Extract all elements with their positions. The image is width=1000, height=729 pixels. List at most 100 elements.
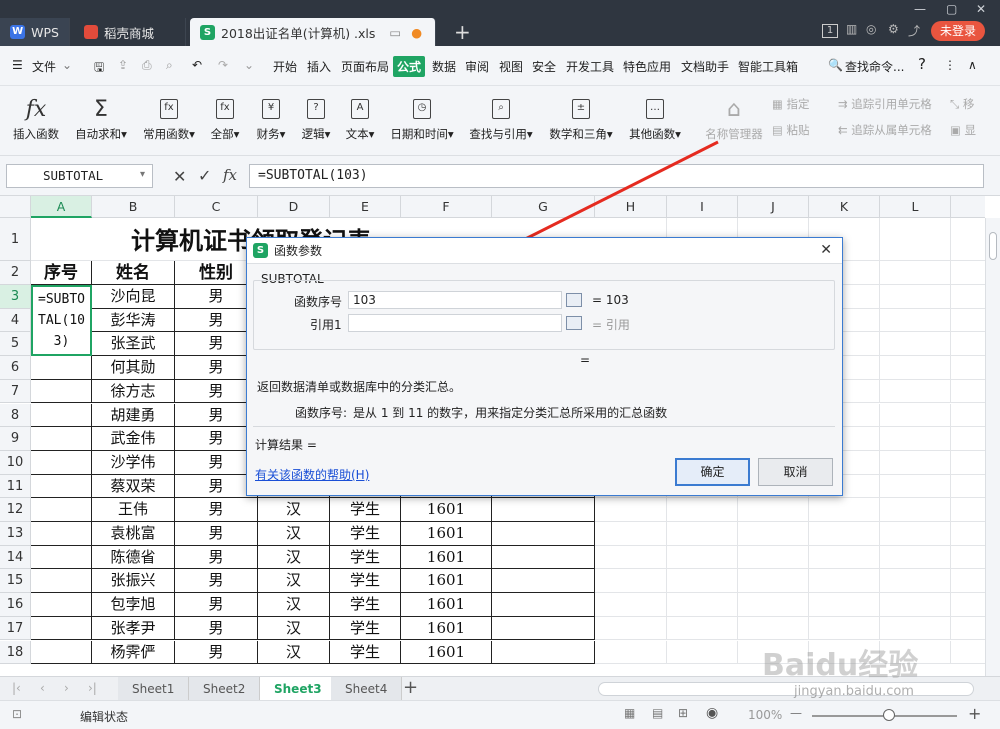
- col-header-h[interactable]: H: [595, 196, 667, 218]
- table-cell[interactable]: 男: [175, 545, 258, 570]
- empty-cell[interactable]: [951, 593, 985, 617]
- menu-data[interactable]: 数据: [432, 58, 456, 75]
- empty-cell[interactable]: [880, 356, 951, 380]
- col-header-m[interactable]: [951, 196, 985, 218]
- col-header-k[interactable]: K: [809, 196, 880, 218]
- empty-cell[interactable]: [809, 498, 880, 522]
- empty-cell[interactable]: [880, 285, 951, 309]
- table-cell[interactable]: 学生: [330, 522, 401, 546]
- menu-doc-assistant[interactable]: 文档助手: [681, 58, 729, 75]
- name-box-dropdown-icon[interactable]: ▾: [140, 169, 145, 180]
- table-cell[interactable]: [492, 498, 595, 522]
- menu-security[interactable]: 安全: [532, 58, 556, 75]
- col-header-e[interactable]: E: [330, 196, 401, 218]
- help-icon[interactable]: ?: [918, 55, 926, 73]
- empty-cell[interactable]: [667, 593, 738, 617]
- row-header[interactable]: 5: [0, 332, 31, 357]
- empty-cell[interactable]: [880, 616, 951, 641]
- trace-dependents-button[interactable]: ⇇ 追踪从属单元格: [838, 122, 932, 138]
- skin-icon[interactable]: ◎: [866, 22, 876, 36]
- table-cell[interactable]: [31, 403, 92, 428]
- table-cell[interactable]: 1601: [401, 545, 492, 570]
- eye-protect-icon[interactable]: ◉: [706, 705, 718, 721]
- table-cell[interactable]: 汉: [258, 593, 330, 617]
- help-link[interactable]: 有关该函数的帮助(H): [255, 466, 369, 483]
- login-button[interactable]: 未登录: [931, 21, 985, 41]
- empty-cell[interactable]: [951, 498, 985, 522]
- row-header[interactable]: 6: [0, 356, 31, 380]
- menu-dev-tools[interactable]: 开发工具: [566, 58, 614, 75]
- page-view-icon[interactable]: ▤: [652, 706, 663, 720]
- logic-button[interactable]: ? 逻辑▾: [296, 92, 336, 142]
- empty-cell[interactable]: [595, 593, 667, 617]
- table-header-cell[interactable]: 序号: [31, 261, 92, 285]
- export-icon[interactable]: ⇪: [118, 58, 128, 72]
- table-cell[interactable]: 汉: [258, 616, 330, 641]
- empty-cell[interactable]: [951, 218, 985, 261]
- empty-cell[interactable]: [738, 522, 809, 546]
- quick-dropdown-icon[interactable]: ⌄: [244, 58, 254, 72]
- table-cell[interactable]: [31, 545, 92, 570]
- next-sheet-icon[interactable]: ›: [64, 681, 69, 695]
- arg2-input[interactable]: [348, 314, 562, 332]
- monitor-icon[interactable]: ▭: [389, 25, 401, 40]
- table-cell[interactable]: 男: [175, 569, 258, 594]
- assign-button[interactable]: ▦ 指定: [772, 96, 810, 112]
- empty-cell[interactable]: [595, 498, 667, 522]
- empty-cell[interactable]: [951, 261, 985, 285]
- table-cell[interactable]: 何其勋: [92, 356, 175, 380]
- empty-cell[interactable]: [667, 616, 738, 641]
- table-cell[interactable]: 陈德省: [92, 545, 175, 570]
- empty-cell[interactable]: [951, 427, 985, 451]
- row-header[interactable]: 14: [0, 545, 31, 570]
- empty-cell[interactable]: [880, 403, 951, 428]
- table-cell[interactable]: [492, 545, 595, 570]
- zoom-out-icon[interactable]: —: [790, 706, 802, 720]
- table-cell[interactable]: 汉: [258, 569, 330, 594]
- arg2-ref-picker-icon[interactable]: [566, 316, 582, 330]
- active-cell-a3[interactable]: =SUBTO TAL(10 3): [31, 285, 92, 357]
- empty-cell[interactable]: [880, 522, 951, 546]
- menu-page-layout[interactable]: 页面布局: [341, 58, 389, 75]
- trace-precedents-button[interactable]: ⇉ 追踪引用单元格: [838, 96, 932, 112]
- col-header-c[interactable]: C: [175, 196, 258, 218]
- table-cell[interactable]: [31, 522, 92, 546]
- empty-cell[interactable]: [595, 640, 667, 665]
- table-cell[interactable]: 1601: [401, 593, 492, 617]
- table-cell[interactable]: 汉: [258, 640, 330, 665]
- window-count-icon[interactable]: 1: [822, 24, 838, 38]
- table-cell[interactable]: [492, 640, 595, 665]
- other-functions-button[interactable]: … 其他函数▾: [625, 92, 685, 142]
- table-cell[interactable]: 1601: [401, 616, 492, 641]
- tab-wps[interactable]: W WPS: [0, 18, 70, 46]
- lookup-button[interactable]: ⌕ 查找与引用▾: [465, 92, 537, 142]
- row-header[interactable]: 10: [0, 450, 31, 475]
- table-cell[interactable]: 袁桃富: [92, 522, 175, 546]
- table-cell[interactable]: [31, 640, 92, 665]
- sheet-tab-4[interactable]: Sheet4: [331, 677, 403, 701]
- finance-button[interactable]: ¥ 财务▾: [251, 92, 291, 142]
- table-cell[interactable]: [31, 474, 92, 499]
- empty-cell[interactable]: [880, 569, 951, 594]
- insert-function-button[interactable]: fx 插入函数: [10, 92, 62, 142]
- preview-icon[interactable]: ⌕: [166, 58, 173, 73]
- empty-cell[interactable]: [951, 522, 985, 546]
- common-functions-button[interactable]: fx 常用函数▾: [138, 92, 200, 142]
- tab-document[interactable]: S 2018出证名单(计算机) .xls ▭ ●: [190, 18, 436, 46]
- table-cell[interactable]: 学生: [330, 569, 401, 594]
- confirm-entry-icon[interactable]: ✓: [198, 166, 211, 185]
- table-cell[interactable]: 1601: [401, 522, 492, 546]
- col-header-g[interactable]: G: [492, 196, 595, 218]
- table-cell[interactable]: [492, 616, 595, 641]
- row-header[interactable]: 17: [0, 616, 31, 641]
- table-cell[interactable]: [31, 593, 92, 617]
- minimize-icon[interactable]: —: [914, 2, 926, 16]
- empty-cell[interactable]: [809, 593, 880, 617]
- menu-formula[interactable]: 公式: [393, 56, 426, 77]
- more-icon[interactable]: ⋮: [944, 58, 956, 72]
- table-cell[interactable]: 张圣武: [92, 332, 175, 357]
- empty-cell[interactable]: [951, 475, 985, 499]
- table-cell[interactable]: 男: [175, 522, 258, 546]
- vertical-scrollbar[interactable]: [985, 218, 1000, 676]
- empty-cell[interactable]: [880, 427, 951, 451]
